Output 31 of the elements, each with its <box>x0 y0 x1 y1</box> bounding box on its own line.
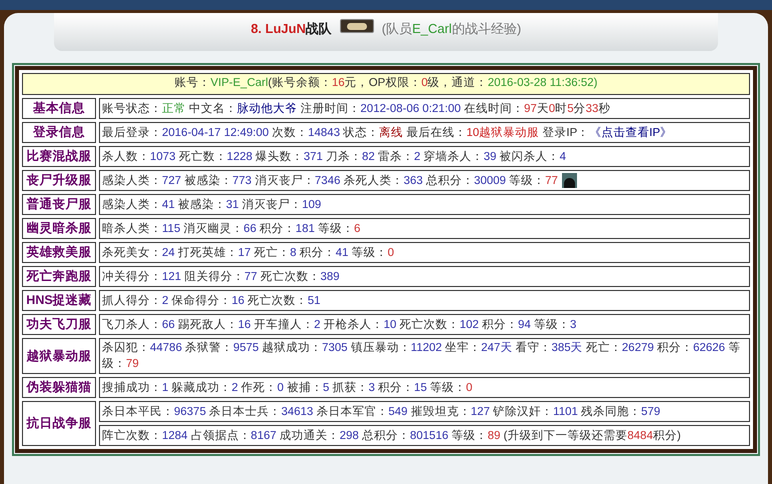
account-summary: 账号：VIP-E_Carl(账号余额：16元，OP权限：0级，通道：2016-03-28 11:36:52) <box>22 73 750 95</box>
server-label: 登录信息 <box>22 122 96 143</box>
server-label: 丧尸升级服 <box>22 170 96 191</box>
server-label: 功夫飞刀服 <box>22 314 96 335</box>
team-logo-icon <box>340 19 374 33</box>
server-label: 普通丧尸服 <box>22 194 96 215</box>
server-label: HNS捉迷藏 <box>22 290 96 311</box>
server-label: 英雄救美服 <box>22 242 96 263</box>
stats-line: 暗杀人类：115 消灭幽灵：66 积分：181 等级：6 <box>102 221 360 236</box>
stats-line: 最后登录：2016-04-17 12:49:00 次数：14843 状态：离线 最后在线：10越狱暴动服 登录IP：《点击查看IP》 <box>102 125 672 140</box>
stats-line: 抓人得分：2 保命得分：16 死亡次数：51 <box>102 293 320 308</box>
stats-line: 阵亡次数：1284 占领据点：8167 成功通关：298 总积分：801516 等级：89 (升级到下一等级还需要8484积分) <box>102 428 681 444</box>
stats-line: 杀日本平民：96375 杀日本士兵：34613 杀日本军官：549 摧毁坦克：127 铲除汉奸：1101 残杀同胞：579 <box>102 404 660 420</box>
server-label: 幽灵暗杀服 <box>22 218 96 239</box>
team-name: 8. LuJuN战队 <box>250 20 332 38</box>
stats-line: 冲关得分：121 阻关得分：77 死亡次数：389 <box>102 269 340 284</box>
stats-line: 杀人数：1073 死亡数：1228 爆头数：371 刀杀：82 雷杀：2 穿墙杀人：39 被闪杀人：4 <box>102 149 566 164</box>
server-label: 死亡奔跑服 <box>22 266 96 287</box>
server-label: 伪装躲猫猫 <box>22 377 96 398</box>
member-caption: (队员E_Carl的战斗经验) <box>382 20 522 38</box>
stats-line: 账号状态：正常 中文名：脉动他大爷 注册时间：2012-08-06 0:21:00 在线时间：97天0时5分33秒 <box>102 101 610 116</box>
stats-line: 感染人类：41 被感染：31 消灭丧尸：109 <box>102 197 322 212</box>
server-label: 抗日战争服 <box>22 401 96 446</box>
stats-line: 杀死美女：24 打死英雄：17 死亡：8 积分：41 等级：0 <box>102 245 394 260</box>
stats-line: 飞刀杀人：66 踢死敌人：16 开车撞人：2 开枪杀人：10 死亡次数：102 积分：94 等级：3 <box>102 317 576 332</box>
stats-line: 搜捕成功：1 躲藏成功：2 作死：0 被捕：5 抓获：3 积分：15 等级：0 <box>102 380 472 396</box>
stats-line: 杀囚犯：44786 杀狱警：9575 越狱成功：7305 镇压暴动：11202 坐牢：247天 看守：385天 死亡：26279 积分：62626 等级：79 <box>102 340 742 372</box>
server-label: 比赛混战服 <box>22 146 96 167</box>
stats-line: 感染人类：727 被感染：773 消灭丧尸：7346 杀死人类：363 总积分：30009 等级：77 <box>102 173 558 188</box>
server-label: 越狱暴动服 <box>22 338 96 374</box>
server-label: 基本信息 <box>22 98 96 119</box>
